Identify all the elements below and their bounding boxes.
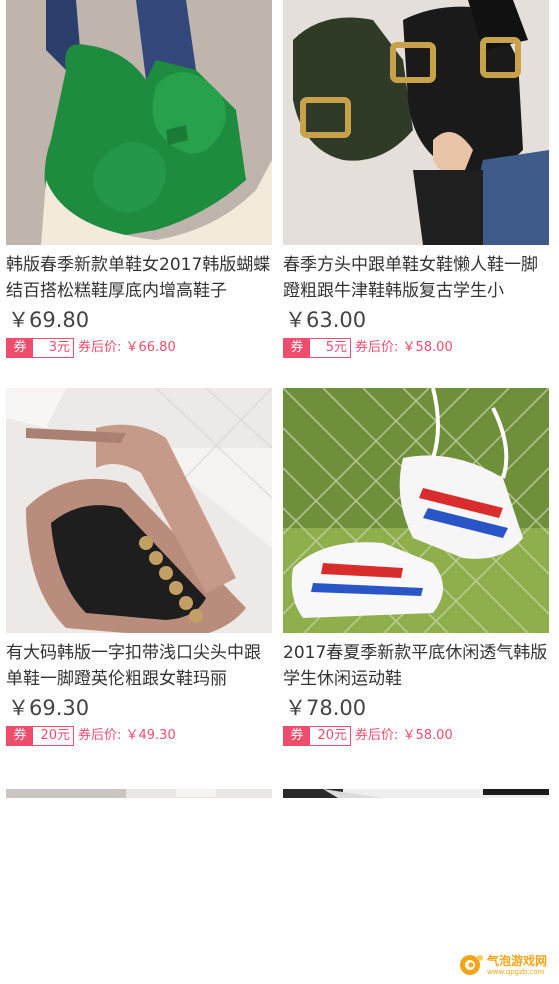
after-coupon-price: 券后价: ￥49.30 — [78, 728, 176, 743]
coupon-amount: 5元 — [325, 340, 347, 355]
product-image[interactable] — [6, 388, 272, 633]
watermark-url: www.qpgzb.com — [487, 967, 545, 976]
product-grid-page: 韩版春季新款单鞋女2017韩版蝴蝶结百搭松糕鞋厚底内增高鞋子 ￥69.80 券 … — [0, 0, 559, 984]
product-card[interactable]: 有大码韩版一字扣带浅口尖头中跟单鞋一脚蹬英伦粗跟女鞋玛丽 ￥69.30 券 20… — [6, 388, 272, 758]
coupon-badge[interactable]: 券 5元 — [283, 338, 351, 358]
coupon-row: 券 3元 券后价: ￥66.80 — [6, 337, 272, 359]
product-title[interactable]: 2017春夏季新款平底休闲透气韩版学生休闲运动鞋 — [283, 640, 549, 692]
watermark-title: 气泡游戏网 — [487, 953, 548, 968]
coupon-row: 券 5元 券后价: ￥58.00 — [283, 337, 549, 359]
product-image[interactable] — [283, 388, 549, 633]
coupon-amount: 3元 — [48, 340, 70, 355]
product-price: ￥69.80 — [8, 308, 90, 332]
after-coupon-price: 券后价: ￥58.00 — [355, 728, 453, 743]
pink-pointed-flat-photo — [6, 388, 272, 633]
coupon-amount: 20元 — [317, 728, 347, 743]
product-title[interactable]: 有大码韩版一字扣带浅口尖头中跟单鞋一脚蹬英伦粗跟女鞋玛丽 — [6, 640, 272, 692]
product-image-partial[interactable] — [283, 786, 549, 798]
after-coupon-price: 券后价: ￥66.80 — [78, 340, 176, 355]
coupon-row: 券 20元 券后价: ￥58.00 — [283, 725, 549, 747]
product-card[interactable]: 春季方头中跟单鞋女鞋懒人鞋一脚蹬粗跟牛津鞋韩版复古学生小 ￥63.00 券 5元… — [283, 0, 549, 362]
product-title[interactable]: 韩版春季新款单鞋女2017韩版蝴蝶结百搭松糕鞋厚底内增高鞋子 — [6, 252, 272, 304]
site-watermark: 气泡游戏网 www.qpgzb.com — [458, 952, 554, 978]
product-image[interactable] — [283, 0, 549, 245]
coupon-label: 券 — [7, 339, 33, 357]
product-price: ￥63.00 — [285, 308, 367, 332]
coupon-badge[interactable]: 券 3元 — [6, 338, 74, 358]
coupon-amount: 20元 — [40, 728, 70, 743]
product-image[interactable] — [6, 0, 272, 245]
product-title[interactable]: 春季方头中跟单鞋女鞋懒人鞋一脚蹬粗跟牛津鞋韩版复古学生小 — [283, 252, 549, 304]
black-buckle-loafer-photo — [283, 0, 549, 245]
product-price: ￥69.30 — [8, 696, 90, 720]
after-coupon-price: 券后价: ￥58.00 — [355, 340, 453, 355]
coupon-row: 券 20元 券后价: ￥49.30 — [6, 725, 272, 747]
coupon-label: 券 — [284, 727, 310, 745]
coupon-badge[interactable]: 券 20元 — [6, 726, 74, 746]
product-card[interactable]: 2017春夏季新款平底休闲透气韩版学生休闲运动鞋 ￥78.00 券 20元 券后… — [283, 388, 549, 758]
coupon-label: 券 — [7, 727, 33, 745]
shoe-photo-partial — [283, 789, 549, 798]
product-price: ￥78.00 — [285, 696, 367, 720]
coupon-label: 券 — [284, 339, 310, 357]
product-card[interactable]: 韩版春季新款单鞋女2017韩版蝴蝶结百搭松糕鞋厚底内增高鞋子 ￥69.80 券 … — [6, 0, 272, 362]
white-sneaker-fence-photo — [283, 388, 549, 633]
coupon-badge[interactable]: 券 20元 — [283, 726, 351, 746]
bubble-logo-icon — [460, 955, 483, 975]
shoe-photo-partial — [6, 789, 272, 798]
green-bow-slip-on-shoe-photo — [6, 0, 272, 245]
product-image-partial[interactable] — [6, 786, 272, 798]
